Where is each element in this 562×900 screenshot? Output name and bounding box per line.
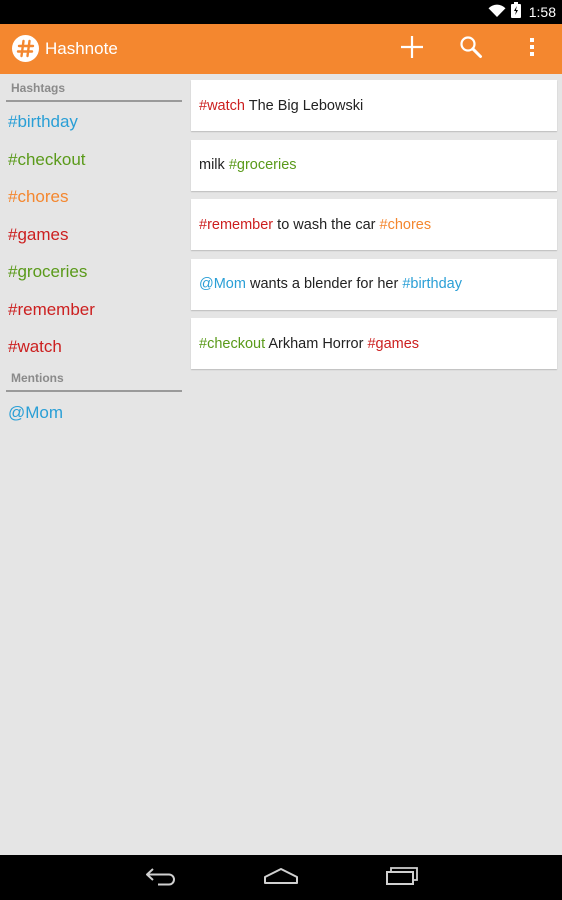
action-bar: Hashnote	[0, 24, 562, 74]
sidebar-item-games[interactable]: #games	[0, 216, 186, 254]
note-card[interactable]: #watch The Big Lebowski	[191, 80, 557, 131]
note-text: Arkham Horror	[265, 335, 368, 352]
overflow-menu-button[interactable]	[508, 24, 556, 74]
hashtag-logo-icon[interactable]	[12, 35, 39, 62]
sidebar-item-birthday[interactable]: #birthday	[0, 103, 186, 141]
overflow-menu-icon	[529, 37, 535, 61]
sidebar-item-remember[interactable]: #remember	[0, 291, 186, 329]
note-card[interactable]: @Mom wants a blender for her #birthday	[191, 258, 557, 310]
back-button[interactable]	[126, 855, 196, 900]
note-tag[interactable]: #remember	[199, 217, 273, 233]
home-icon	[263, 867, 299, 889]
sidebar-item-groceries[interactable]: #groceries	[0, 253, 186, 291]
home-button[interactable]	[246, 855, 316, 900]
navigation-bar	[0, 855, 562, 900]
hashtag-list: #birthday #checkout #chores #games #groc…	[0, 103, 186, 366]
battery-icon	[510, 2, 521, 22]
status-time: 1:58	[528, 4, 556, 20]
note-tag[interactable]: #checkout	[199, 336, 265, 352]
hashtags-header: Hashtags	[6, 76, 182, 102]
wifi-icon	[488, 3, 506, 22]
recent-apps-button[interactable]	[367, 855, 437, 900]
note-tag[interactable]: @Mom	[199, 276, 246, 292]
status-icons: 1:58	[488, 0, 556, 24]
note-text: wants a blender for her	[245, 276, 403, 292]
note-text: milk	[199, 157, 229, 173]
sidebar-item-watch[interactable]: #watch	[0, 328, 186, 366]
search-icon	[459, 35, 483, 63]
app-title: Hashnote	[45, 39, 118, 58]
note-card[interactable]: #remember to wash the car #chores	[191, 199, 557, 250]
sidebar-item-chores[interactable]: #chores	[0, 178, 186, 216]
sidebar-item-mom[interactable]: @Mom	[0, 394, 186, 432]
note-card[interactable]: #checkout Arkham Horror #games	[191, 318, 557, 369]
add-note-button[interactable]	[388, 24, 436, 74]
note-tag[interactable]: #games	[367, 336, 419, 352]
search-button[interactable]	[447, 24, 495, 74]
add-icon	[400, 35, 424, 63]
note-tag[interactable]: #groceries	[229, 157, 297, 173]
hashnote-screen: 1:58 Hashnote Hashtags #birthday #checko…	[0, 0, 562, 900]
status-bar: 1:58	[0, 0, 562, 24]
note-card[interactable]: milk #groceries	[191, 139, 557, 191]
note-text: to wash the car	[273, 216, 380, 233]
note-tag[interactable]: #watch	[199, 98, 245, 114]
recent-apps-icon	[385, 866, 419, 890]
mention-list: @Mom	[0, 394, 186, 432]
sidebar-item-checkout[interactable]: #checkout	[0, 141, 186, 179]
back-icon	[144, 866, 178, 890]
notes-list: #watch The Big Lebowski milk #groceries #r…	[191, 80, 558, 378]
mentions-header: Mentions	[6, 366, 182, 392]
note-tag[interactable]: #chores	[380, 217, 432, 233]
note-text: The Big Lebowski	[244, 97, 364, 114]
tag-sidebar: Hashtags #birthday #checkout #chores #ga…	[0, 74, 186, 854]
note-tag[interactable]: #birthday	[402, 276, 462, 292]
